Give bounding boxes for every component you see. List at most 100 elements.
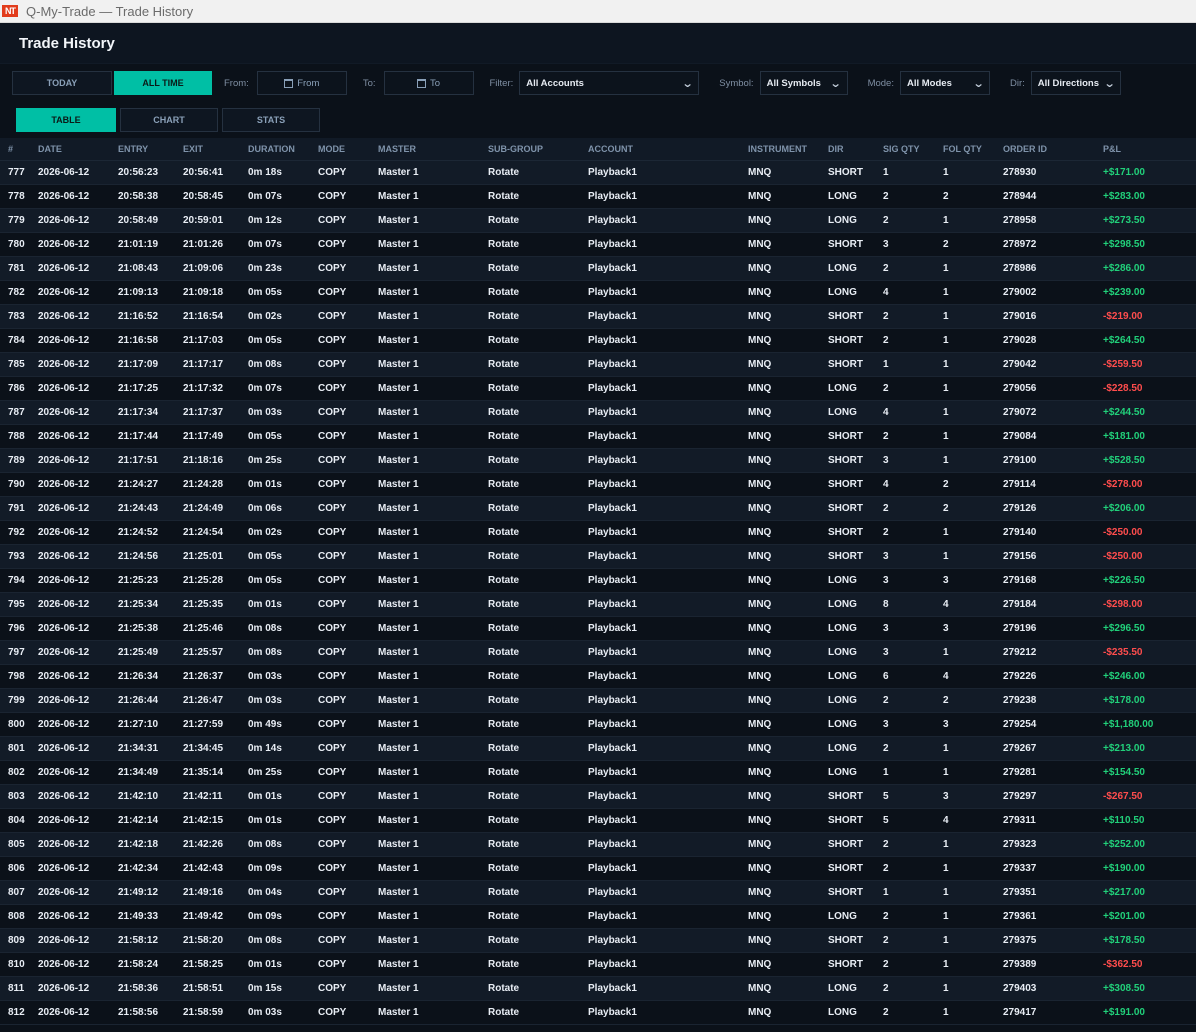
column-header-account[interactable]: ACCOUNT xyxy=(588,138,748,161)
cell-account: Playback1 xyxy=(588,352,748,377)
cell-date: 2026-06-12 xyxy=(38,592,118,617)
cell-pnl: -$228.50 xyxy=(1103,376,1196,401)
cell-instrument: MNQ xyxy=(748,280,828,305)
account-filter-select[interactable]: All Accounts ⌄ xyxy=(519,71,700,95)
table-row[interactable]: 799 2026-06-12 21:26:44 21:26:47 0m 03s COPY M… xyxy=(0,688,1196,713)
symbol-select[interactable]: All Symbols ⌄ xyxy=(759,71,848,95)
direction-select[interactable]: All Directions ⌄ xyxy=(1030,71,1121,95)
cell-entry: 21:25:23 xyxy=(118,568,183,593)
table-row[interactable]: 781 2026-06-12 21:08:43 21:09:06 0m 23s COPY M… xyxy=(0,256,1196,281)
table-row[interactable]: 796 2026-06-12 21:25:38 21:25:46 0m 08s COPY M… xyxy=(0,616,1196,641)
column-header-dir[interactable]: DIR xyxy=(828,138,883,161)
cell-master: Master 1 xyxy=(378,616,488,641)
table-row[interactable]: 791 2026-06-12 21:24:43 21:24:49 0m 06s COPY M… xyxy=(0,496,1196,521)
column-header-duration[interactable]: DURATION xyxy=(248,138,318,161)
cell-account: Playback1 xyxy=(588,856,748,881)
table-row[interactable]: 803 2026-06-12 21:42:10 21:42:11 0m 01s COPY M… xyxy=(0,784,1196,809)
table-row[interactable]: 786 2026-06-12 21:17:25 21:17:32 0m 07s COPY M… xyxy=(0,376,1196,401)
cell-account: Playback1 xyxy=(588,880,748,905)
table-row[interactable]: 802 2026-06-12 21:34:49 21:35:14 0m 25s COPY M… xyxy=(0,760,1196,785)
table-row[interactable]: 783 2026-06-12 21:16:52 21:16:54 0m 02s COPY M… xyxy=(0,304,1196,329)
from-date-input[interactable]: From xyxy=(256,71,347,95)
to-date-input[interactable]: To xyxy=(383,71,474,95)
cell-dir: SHORT xyxy=(828,784,883,809)
table-row[interactable]: 806 2026-06-12 21:42:34 21:42:43 0m 09s COPY M… xyxy=(0,856,1196,881)
cell-duration: 0m 01s xyxy=(248,808,318,833)
tab-chart[interactable]: CHART xyxy=(120,108,218,132)
table-row[interactable]: 778 2026-06-12 20:58:38 20:58:45 0m 07s COPY M… xyxy=(0,184,1196,209)
table-row[interactable]: 782 2026-06-12 21:09:13 21:09:18 0m 05s COPY M… xyxy=(0,280,1196,305)
column-header-instrument[interactable]: INSTRUMENT xyxy=(748,138,828,161)
table-row[interactable]: 809 2026-06-12 21:58:12 21:58:20 0m 08s COPY M… xyxy=(0,928,1196,953)
table-row[interactable]: 807 2026-06-12 21:49:12 21:49:16 0m 04s COPY M… xyxy=(0,880,1196,905)
table-row[interactable]: 780 2026-06-12 21:01:19 21:01:26 0m 07s COPY M… xyxy=(0,232,1196,257)
table-row[interactable]: 798 2026-06-12 21:26:34 21:26:37 0m 03s COPY M… xyxy=(0,664,1196,689)
cell-dir: SHORT xyxy=(828,520,883,545)
table-row[interactable]: 784 2026-06-12 21:16:58 21:17:03 0m 05s COPY M… xyxy=(0,328,1196,353)
cell-mode: COPY xyxy=(318,496,378,521)
cell-pnl: +$190.00 xyxy=(1103,856,1196,881)
cell-sub-group: Rotate xyxy=(488,880,588,905)
table-row[interactable]: 789 2026-06-12 21:17:51 21:18:16 0m 25s COPY M… xyxy=(0,448,1196,473)
cell-master: Master 1 xyxy=(378,280,488,305)
cell-fol-qty: 1 xyxy=(943,280,1003,305)
cell-duration: 0m 14s xyxy=(248,736,318,761)
column-header-mode[interactable]: MODE xyxy=(318,138,378,161)
cell-num: 788 xyxy=(0,424,38,449)
cell-order-id: 279184 xyxy=(1003,592,1103,617)
table-row[interactable]: 794 2026-06-12 21:25:23 21:25:28 0m 05s COPY M… xyxy=(0,568,1196,593)
cell-sig-qty: 2 xyxy=(883,952,943,977)
table-row[interactable]: 788 2026-06-12 21:17:44 21:17:49 0m 05s COPY M… xyxy=(0,424,1196,449)
column-header-exit[interactable]: EXIT xyxy=(183,138,248,161)
table-row[interactable]: 804 2026-06-12 21:42:14 21:42:15 0m 01s COPY M… xyxy=(0,808,1196,833)
column-header-num[interactable]: # xyxy=(0,138,38,161)
column-header-fol-qty[interactable]: FOL QTY xyxy=(943,138,1003,161)
cell-sub-group: Rotate xyxy=(488,640,588,665)
table-row[interactable]: 785 2026-06-12 21:17:09 21:17:17 0m 08s COPY M… xyxy=(0,352,1196,377)
column-header-date[interactable]: DATE xyxy=(38,138,118,161)
table-row[interactable]: 779 2026-06-12 20:58:49 20:59:01 0m 12s COPY M… xyxy=(0,208,1196,233)
cell-pnl: +$296.50 xyxy=(1103,616,1196,641)
tab-table[interactable]: TABLE xyxy=(16,108,116,132)
cell-master: Master 1 xyxy=(378,568,488,593)
column-header-sig-qty[interactable]: SIG QTY xyxy=(883,138,943,161)
cell-master: Master 1 xyxy=(378,832,488,857)
table-row[interactable]: 797 2026-06-12 21:25:49 21:25:57 0m 08s COPY M… xyxy=(0,640,1196,665)
table-row[interactable]: 811 2026-06-12 21:58:36 21:58:51 0m 15s COPY M… xyxy=(0,976,1196,1001)
table-row[interactable]: 790 2026-06-12 21:24:27 21:24:28 0m 01s COPY M… xyxy=(0,472,1196,497)
table-row[interactable]: 792 2026-06-12 21:24:52 21:24:54 0m 02s COPY M… xyxy=(0,520,1196,545)
table-row[interactable]: 795 2026-06-12 21:25:34 21:25:35 0m 01s COPY M… xyxy=(0,592,1196,617)
today-button[interactable]: TODAY xyxy=(12,71,112,95)
column-header-sub-group[interactable]: SUB-GROUP xyxy=(488,138,588,161)
table-row[interactable]: 808 2026-06-12 21:49:33 21:49:42 0m 09s COPY M… xyxy=(0,904,1196,929)
column-header-master[interactable]: MASTER xyxy=(378,138,488,161)
all-time-button[interactable]: ALL TIME xyxy=(114,71,212,95)
column-header-order-id[interactable]: ORDER ID xyxy=(1003,138,1103,161)
tab-stats[interactable]: STATS xyxy=(222,108,320,132)
table-row[interactable]: 777 2026-06-12 20:56:23 20:56:41 0m 18s COPY M… xyxy=(0,160,1196,185)
cell-entry: 21:17:25 xyxy=(118,376,183,401)
cell-sig-qty: 1 xyxy=(883,880,943,905)
cell-sub-group: Rotate xyxy=(488,592,588,617)
table-row[interactable]: 793 2026-06-12 21:24:56 21:25:01 0m 05s COPY M… xyxy=(0,544,1196,569)
cell-num: 783 xyxy=(0,304,38,329)
cell-mode: COPY xyxy=(318,976,378,1001)
app-logo-icon: NT xyxy=(2,5,18,17)
cell-sig-qty: 4 xyxy=(883,400,943,425)
table-row[interactable]: 810 2026-06-12 21:58:24 21:58:25 0m 01s COPY M… xyxy=(0,952,1196,977)
cell-sig-qty: 3 xyxy=(883,232,943,257)
column-header-pnl[interactable]: P&L xyxy=(1103,138,1196,161)
page-header: Trade History xyxy=(0,23,1196,64)
table-row[interactable]: 805 2026-06-12 21:42:18 21:42:26 0m 08s COPY M… xyxy=(0,832,1196,857)
cell-fol-qty: 1 xyxy=(943,1000,1003,1025)
table-row[interactable]: 800 2026-06-12 21:27:10 21:27:59 0m 49s COPY M… xyxy=(0,712,1196,737)
cell-duration: 0m 08s xyxy=(248,352,318,377)
table-row[interactable]: 787 2026-06-12 21:17:34 21:17:37 0m 03s COPY M… xyxy=(0,400,1196,425)
table-row[interactable]: 812 2026-06-12 21:58:56 21:58:59 0m 03s COPY M… xyxy=(0,1000,1196,1025)
mode-select[interactable]: All Modes ⌄ xyxy=(899,71,990,95)
cell-dir: SHORT xyxy=(828,880,883,905)
cell-instrument: MNQ xyxy=(748,520,828,545)
cell-pnl: +$213.00 xyxy=(1103,736,1196,761)
table-row[interactable]: 801 2026-06-12 21:34:31 21:34:45 0m 14s COPY M… xyxy=(0,736,1196,761)
column-header-entry[interactable]: ENTRY xyxy=(118,138,183,161)
